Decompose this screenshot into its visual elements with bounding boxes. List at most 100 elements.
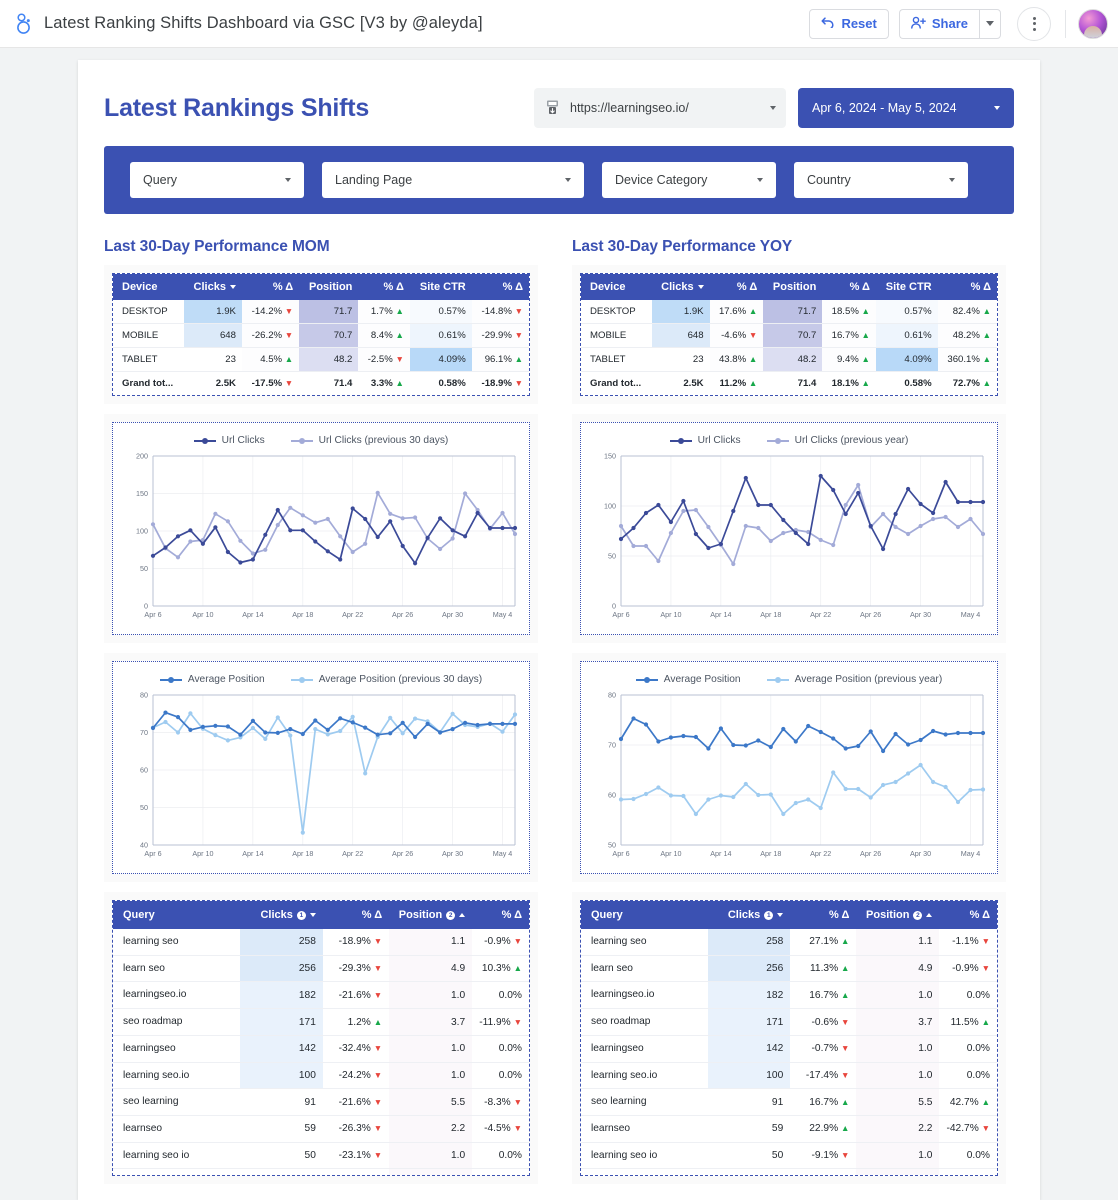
data-point — [512, 525, 518, 531]
column-header[interactable]: % Δ — [709, 274, 764, 300]
chart-canvas: 0 50 100 150 Apr 6 Apr 10 Apr 14 Apr 18 Apr 22 Ap… — [587, 448, 991, 630]
column-header[interactable]: % Δ — [241, 274, 300, 300]
data-point — [213, 723, 218, 728]
table-row[interactable]: learnseo 59 -26.3% ▼ 2.2 -4.5% ▼ — [113, 1115, 529, 1143]
data-point — [731, 508, 736, 514]
filter-query[interactable]: Query — [130, 162, 304, 198]
column-header-position-delta[interactable]: % Δ — [939, 901, 997, 929]
filter-landing-page[interactable]: Landing Page — [322, 162, 584, 198]
table-row[interactable]: TABLET 23 4.5% ▲ 48.2 -2.5% ▼ 4.09% 96.1… — [113, 347, 529, 372]
column-header-query[interactable]: Query — [113, 901, 241, 929]
column-header-clicks-delta[interactable]: % Δ — [790, 901, 857, 929]
data-point — [831, 542, 836, 548]
table-row[interactable]: learn seo 256 11.3% ▲ 4.9 -0.9% ▼ — [581, 955, 997, 983]
table-row[interactable]: learn seo 256 -29.3% ▼ 4.9 10.3% ▲ — [113, 955, 529, 983]
column-header-position-delta[interactable]: % Δ — [472, 901, 529, 929]
table-row[interactable]: seo learning 91 -21.6% ▼ 5.5 -8.3% ▼ — [113, 1088, 529, 1117]
device-table-yoy[interactable]: Device Clicks% Δ Position% Δ Site CTR% Δ DE… — [580, 273, 998, 396]
column-header[interactable]: % Δ — [822, 274, 876, 300]
table-row[interactable]: learningseo.io 182 -21.6% ▼ 1.0 0.0% — [113, 981, 529, 1010]
column-header-position[interactable]: Position 2 — [389, 901, 473, 929]
column-header[interactable]: Position — [299, 274, 359, 300]
data-point — [881, 782, 886, 788]
share-button[interactable]: Share — [898, 8, 979, 39]
arrow-down-icon: ▼ — [284, 306, 294, 316]
table-row[interactable]: learning seo 258 27.1% ▲ 1.1 -1.1% ▼ — [581, 929, 997, 956]
data-point — [793, 530, 798, 536]
column-header-position[interactable]: Position 2 — [856, 901, 940, 929]
column-header[interactable]: Site CTR — [875, 274, 938, 300]
device-table-mom[interactable]: Device Clicks% Δ Position% Δ Site CTR% Δ DE… — [112, 273, 530, 396]
filter-country[interactable]: Country — [794, 162, 968, 198]
query-table-yoy[interactable]: Query Clicks 1% Δ Position 2% Δ learning seo… — [580, 900, 998, 1176]
query-table-mom[interactable]: Query Clicks 1% Δ Position 2% Δ learning seo… — [112, 900, 530, 1176]
line-chart: 050100150Apr 6 Apr 10 Apr 14 Apr 18 Apr 22 Ap… — [604, 452, 986, 619]
table-row[interactable]: learnseo 59 22.9% ▲ 2.2 -42.7% ▼ — [581, 1115, 997, 1143]
table-row[interactable]: DESKTOP 1.9K -14.2% ▼ 71.7 1.7% ▲ 0.57% … — [113, 300, 529, 324]
column-header[interactable]: Position — [763, 274, 823, 300]
data-point — [363, 516, 368, 522]
table-row[interactable]: learning seo.io 100 -17.4% ▼ 1.0 0.0% — [581, 1062, 997, 1090]
table-row[interactable]: learningseo 142 -32.4% ▼ 1.0 0.0% — [113, 1035, 529, 1063]
chart-legend: Url Clicks Url Clicks (previous year) — [587, 435, 991, 446]
column-header[interactable]: % Δ — [937, 274, 997, 300]
date-range-selector[interactable]: Apr 6, 2024 - May 5, 2024 — [798, 88, 1014, 128]
data-point — [668, 793, 673, 798]
share-dropdown-button[interactable] — [979, 8, 1001, 39]
data-point — [906, 742, 911, 747]
cell-clicks: 142 — [240, 1035, 323, 1063]
url-selector-value: https://learningseo.io/ — [570, 101, 689, 115]
filter-device-category[interactable]: Device Category — [602, 162, 776, 198]
clicks-chart-yoy[interactable]: Url Clicks Url Clicks (previous year) 05… — [580, 422, 998, 635]
svg-text:Apr 18: Apr 18 — [760, 849, 781, 858]
reset-button[interactable]: Reset — [809, 8, 889, 39]
table-row[interactable]: learningseo.io 182 16.7% ▲ 1.0 0.0% — [581, 981, 997, 1010]
table-row[interactable]: MOBILE 648 -26.2% ▼ 70.7 8.4% ▲ 0.61% -2… — [113, 323, 529, 348]
table-row[interactable]: MOBILE 648 -4.6% ▼ 70.7 16.7% ▲ 0.61% 48… — [581, 323, 997, 348]
table-row[interactable]: seo roadmap 171 1.2% ▲ 3.7 -11.9% ▼ — [113, 1008, 529, 1036]
table-row[interactable]: aleyda solis learning seo 37 23.3% ▲ 1.0… — [113, 1168, 529, 1175]
table-row[interactable]: DESKTOP 1.9K 17.6% ▲ 71.7 18.5% ▲ 0.57% … — [581, 300, 997, 324]
svg-text:200: 200 — [136, 452, 148, 461]
column-header-query[interactable]: Query — [581, 901, 708, 929]
column-header-clicks-delta[interactable]: % Δ — [322, 901, 390, 929]
column-mom: Last 30-Day Performance MOM Device Clicks… — [104, 238, 538, 1194]
position-chart-mom[interactable]: Average Position Average Position (previ… — [112, 661, 530, 874]
url-selector[interactable]: https://learningseo.io/ — [534, 88, 786, 128]
table-row[interactable]: seo roadmap 171 -0.6% ▼ 3.7 11.5% ▲ — [581, 1008, 997, 1036]
table-row[interactable]: learning seo io 50 -9.1% ▼ 1.0 0.0% — [581, 1142, 997, 1170]
arrow-down-icon: ▼ — [373, 1043, 383, 1054]
table-row[interactable]: aleyda solis learning seo 37 0.0% 1.0 0.… — [581, 1168, 997, 1175]
section-title-yoy: Last 30-Day Performance YOY — [572, 238, 793, 255]
table-row[interactable]: learning seo 258 -18.9% ▼ 1.1 -0.9% ▼ — [113, 929, 529, 956]
column-header[interactable]: Clicks — [183, 274, 242, 300]
column-header-clicks[interactable]: Clicks 1 — [707, 901, 791, 929]
cell-position-delta: 0.0% — [472, 981, 529, 1010]
table-row[interactable]: learning seo.io 100 -24.2% ▼ 1.0 0.0% — [113, 1062, 529, 1090]
column-header[interactable]: Device — [581, 274, 652, 300]
cell-query: learningseo.io — [581, 981, 708, 1010]
column-header[interactable]: Device — [113, 274, 184, 300]
cell-position-delta: 18.1% ▲ — [831, 378, 870, 389]
column-header[interactable]: Site CTR — [409, 274, 472, 300]
data-point — [681, 498, 686, 504]
more-options-button[interactable] — [1017, 6, 1051, 41]
cell-clicks: 171 — [707, 1008, 791, 1036]
table-row[interactable]: learning seo io 50 -23.1% ▼ 1.0 0.0% — [113, 1142, 529, 1170]
table-row[interactable]: learningseo 142 -0.7% ▼ 1.0 0.0% — [581, 1035, 997, 1063]
report-canvas: Latest Rankings Shifts https://learnings… — [0, 48, 1118, 1200]
column-header[interactable]: % Δ — [471, 274, 529, 300]
column-header[interactable]: Clicks — [651, 274, 710, 300]
svg-text:Apr 18: Apr 18 — [760, 610, 781, 619]
cell-position: 71.7 — [763, 300, 823, 324]
legend-swatch — [290, 676, 313, 683]
column-header-clicks[interactable]: Clicks 1 — [240, 901, 323, 929]
position-chart-yoy[interactable]: Average Position Average Position (previ… — [580, 661, 998, 874]
table-row[interactable]: seo learning 91 16.7% ▲ 5.5 42.7% ▲ — [581, 1088, 997, 1117]
table-row[interactable]: TABLET 23 43.8% ▲ 48.2 9.4% ▲ 4.09% 360.… — [581, 347, 997, 372]
data-point — [718, 541, 723, 547]
cell-position-delta: 11.5% ▲ — [939, 1008, 997, 1036]
column-header[interactable]: % Δ — [358, 274, 410, 300]
avatar[interactable] — [1078, 8, 1108, 39]
clicks-chart-mom[interactable]: Url Clicks Url Clicks (previous 30 days)… — [112, 422, 530, 635]
